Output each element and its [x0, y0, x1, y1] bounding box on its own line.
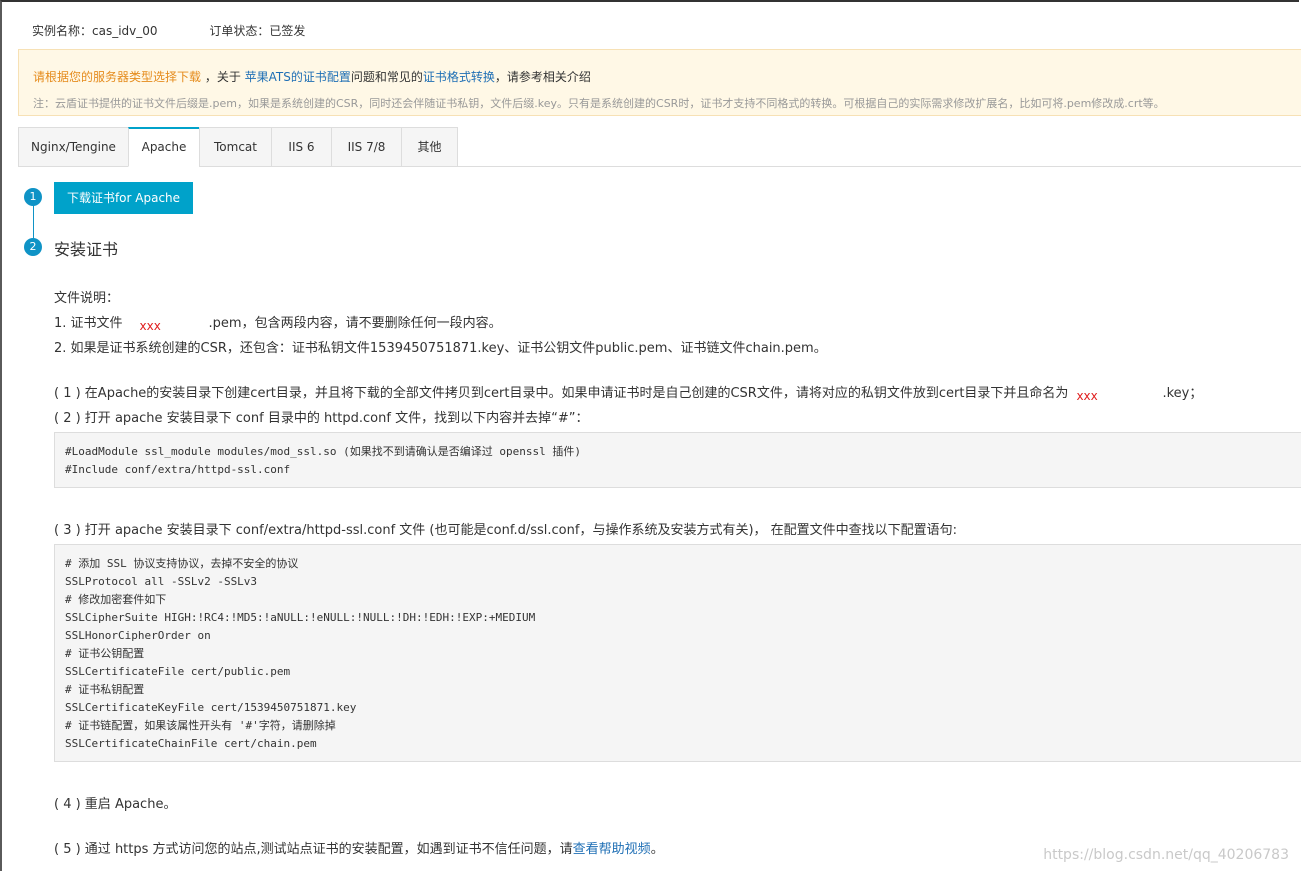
step-1-badge: 1 — [24, 188, 42, 206]
notice-mid: 问题和常见的 — [350, 70, 423, 84]
notice-about: ，关于 — [201, 70, 245, 84]
redacted-domain: xxx — [139, 319, 161, 333]
instruction-step-3: ( 3 ) 打开 apache 安装目录下 conf/extra/httpd-s… — [54, 523, 958, 538]
notice-note: 注：云盾证书提供的证书文件后缀是.pem，如果是系统创建的CSR，同时还会伴随证… — [33, 97, 1165, 110]
step-2-badge: 2 — [24, 238, 42, 256]
ssl-conf-code-block: # 添加 SSL 协议支持协议，去掉不安全的协议 SSLProtocol all… — [54, 544, 1301, 762]
file-line1-suffix: .pem，包含两段内容，请不要删除任何一段内容。 — [208, 316, 502, 331]
notice-select-download: 请根据您的服务器类型选择下载 — [33, 70, 202, 84]
notice-banner: 请根据您的服务器类型选择下载 ，关于 苹果ATS的证书配置问题和常见的证书格式转… — [18, 49, 1301, 116]
instruction-step-4: ( 4 ) 重启 Apache。 — [54, 797, 177, 812]
code-line: SSLHonorCipherOrder on — [65, 629, 211, 642]
code-line: SSLCertificateKeyFile cert/1539450751871… — [65, 701, 357, 714]
file-desc-line-1: 1. 证书文件 xxx .pem，包含两段内容，请不要删除任何一段内容。 — [54, 312, 502, 333]
file-line1-prefix: 1. 证书文件 — [54, 316, 123, 331]
code-line: SSLCertificateChainFile cert/chain.pem — [65, 737, 317, 750]
notice-line: 请根据您的服务器类型选择下载 ，关于 苹果ATS的证书配置问题和常见的证书格式转… — [33, 68, 591, 85]
code-line: # 证书公钥配置 — [65, 647, 145, 660]
step-connector — [33, 205, 34, 239]
tab-nginx[interactable]: Nginx/Tengine — [18, 127, 129, 167]
install-cert-title: 安装证书 — [54, 240, 119, 259]
order-status: 订单状态：已签发 — [209, 24, 306, 38]
page: 实例名称：cas_idv_00 订单状态：已签发 请根据您的服务器类型选择下载 … — [0, 0, 1301, 871]
code-line: #LoadModule ssl_module modules/mod_ssl.s… — [65, 445, 581, 458]
httpd-conf-code-block: #LoadModule ssl_module modules/mod_ssl.s… — [54, 432, 1301, 488]
download-cert-button[interactable]: 下载证书for Apache — [54, 182, 193, 214]
step1-suffix: .key； — [1162, 386, 1203, 401]
instruction-step-2: ( 2 ) 打开 apache 安装目录下 conf 目录中的 httpd.co… — [54, 411, 589, 426]
step5-prefix: ( 5 ) 通过 https 方式访问您的站点,测试站点证书的安装配置，如遇到证… — [54, 842, 573, 857]
step5-suffix: 。 — [650, 842, 664, 857]
help-video-link[interactable]: 查看帮助视频 — [573, 842, 651, 857]
csdn-watermark: https://blog.csdn.net/qq_40206783 — [1043, 847, 1289, 863]
redacted-key-name: xxx — [1076, 389, 1098, 403]
notice-tail: ，请参考相关介绍 — [494, 70, 591, 84]
tab-apache[interactable]: Apache — [128, 127, 200, 167]
code-line: # 证书链配置，如果该属性开头有 '#'字符，请删除掉 — [65, 719, 336, 732]
step1-prefix: ( 1 ) 在Apache的安装目录下创建cert目录，并且将下载的全部文件拷贝… — [54, 386, 1069, 401]
tab-iis6[interactable]: IIS 6 — [271, 127, 332, 167]
code-line: SSLCertificateFile cert/public.pem — [65, 665, 291, 678]
tab-other[interactable]: 其他 — [401, 127, 458, 167]
tab-tomcat[interactable]: Tomcat — [199, 127, 272, 167]
code-line: #Include conf/extra/httpd-ssl.conf — [65, 463, 291, 476]
instruction-step-1: ( 1 ) 在Apache的安装目录下创建cert目录，并且将下载的全部文件拷贝… — [54, 382, 1203, 403]
ats-config-link[interactable]: 苹果ATS的证书配置 — [245, 70, 351, 84]
instance-name: 实例名称：cas_idv_00 — [32, 24, 158, 38]
server-type-tabs: Nginx/Tengine Apache Tomcat IIS 6 IIS 7/… — [18, 127, 1301, 167]
code-line: SSLCipherSuite HIGH:!RC4:!MD5:!aNULL:!eN… — [65, 611, 536, 624]
cert-format-link[interactable]: 证书格式转换 — [423, 70, 495, 84]
instruction-step-5: ( 5 ) 通过 https 方式访问您的站点,测试站点证书的安装配置，如遇到证… — [54, 838, 664, 857]
code-line: # 修改加密套件如下 — [65, 593, 167, 606]
file-desc-line-2: 2. 如果是证书系统创建的CSR，还包含：证书私钥文件1539450751871… — [54, 341, 827, 356]
code-line: # 添加 SSL 协议支持协议，去掉不安全的协议 — [65, 557, 299, 570]
order-header: 实例名称：cas_idv_00 订单状态：已签发 — [32, 22, 305, 39]
code-line: SSLProtocol all -SSLv2 -SSLv3 — [65, 575, 258, 588]
file-desc-heading: 文件说明： — [54, 291, 120, 306]
code-line: # 证书私钥配置 — [65, 683, 145, 696]
tab-iis78[interactable]: IIS 7/8 — [331, 127, 402, 167]
